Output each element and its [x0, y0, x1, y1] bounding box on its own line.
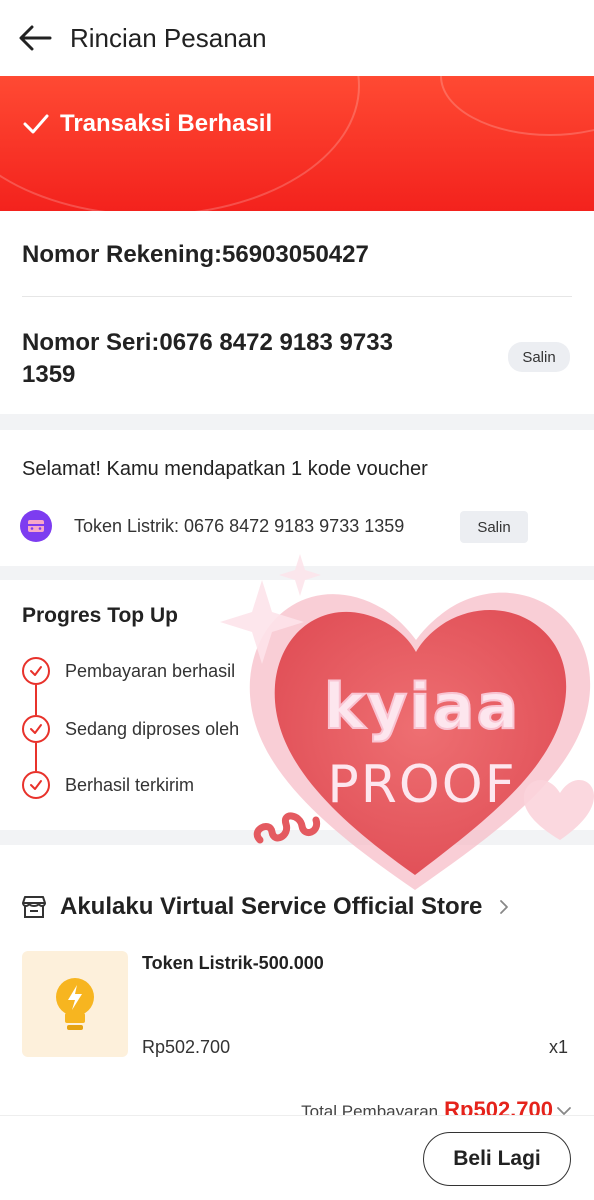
voucher-icon	[20, 510, 52, 542]
bulb-icon	[56, 978, 94, 1030]
progress-step: Sedang diproses oleh	[22, 715, 239, 743]
copy-token-button[interactable]: Salin	[460, 511, 528, 543]
serial-line-1: Nomor Seri:0676 8472 9183 9733	[22, 329, 393, 356]
product-name: Token Listrik-500.000	[142, 953, 324, 973]
page-title: Rincian Pesanan	[70, 22, 267, 53]
serial-line-2: 1359	[22, 361, 76, 388]
check-icon	[23, 114, 49, 134]
back-button[interactable]	[0, 0, 70, 76]
voucher-card: Selamat! Kamu mendapatkan 1 kode voucher…	[0, 430, 594, 566]
progress-step-label: Sedang diproses oleh	[65, 718, 240, 739]
progress-connector	[35, 685, 37, 715]
store-link[interactable]: Akulaku Virtual Service Official Store	[20, 893, 514, 921]
token-code: Token Listrik: 0676 8472 9183 9733 1359	[74, 516, 405, 536]
arrow-left-icon	[19, 25, 52, 51]
progress-step-label: Pembayaran berhasil	[65, 660, 236, 681]
buy-again-button[interactable]: Beli Lagi	[423, 1132, 571, 1186]
progress-title: Progres Top Up	[22, 604, 178, 627]
progress-connector	[35, 743, 37, 771]
bottom-action-bar: Beli Lagi	[0, 1115, 594, 1200]
product-thumbnail[interactable]	[22, 951, 128, 1057]
check-circle-icon	[22, 715, 50, 743]
copy-serial-button[interactable]: Salin	[508, 342, 570, 372]
top-bar: Rincian Pesanan	[0, 0, 594, 76]
voucher-message: Selamat! Kamu mendapatkan 1 kode voucher	[22, 458, 428, 480]
chevron-right-icon	[500, 900, 509, 914]
check-circle-icon	[22, 771, 50, 799]
product-price: Rp502.700	[142, 1037, 231, 1057]
store-name: Akulaku Virtual Service Official Store	[60, 893, 483, 920]
transaction-details-card: Nomor Rekening:56903050427 Nomor Seri:06…	[0, 211, 594, 414]
progress-step: Pembayaran berhasil	[22, 657, 235, 685]
serial-number: Nomor Seri:0676 8472 9183 9733 1359	[22, 327, 462, 391]
progress-card: Progres Top Up Pembayaran berhasil Sedan…	[0, 580, 594, 830]
check-circle-icon	[22, 657, 50, 685]
divider	[22, 296, 572, 297]
progress-step-label: Berhasil terkirim	[65, 774, 195, 795]
store-icon	[22, 896, 46, 918]
order-card: Akulaku Virtual Service Official Store T…	[0, 845, 594, 1122]
status-text: Transaksi Berhasil	[60, 110, 273, 137]
product-quantity: x1	[549, 1037, 569, 1057]
account-number: Nomor Rekening:56903050427	[22, 241, 369, 268]
status-banner: Transaksi Berhasil	[0, 76, 594, 211]
progress-step: Berhasil terkirim	[22, 771, 194, 799]
